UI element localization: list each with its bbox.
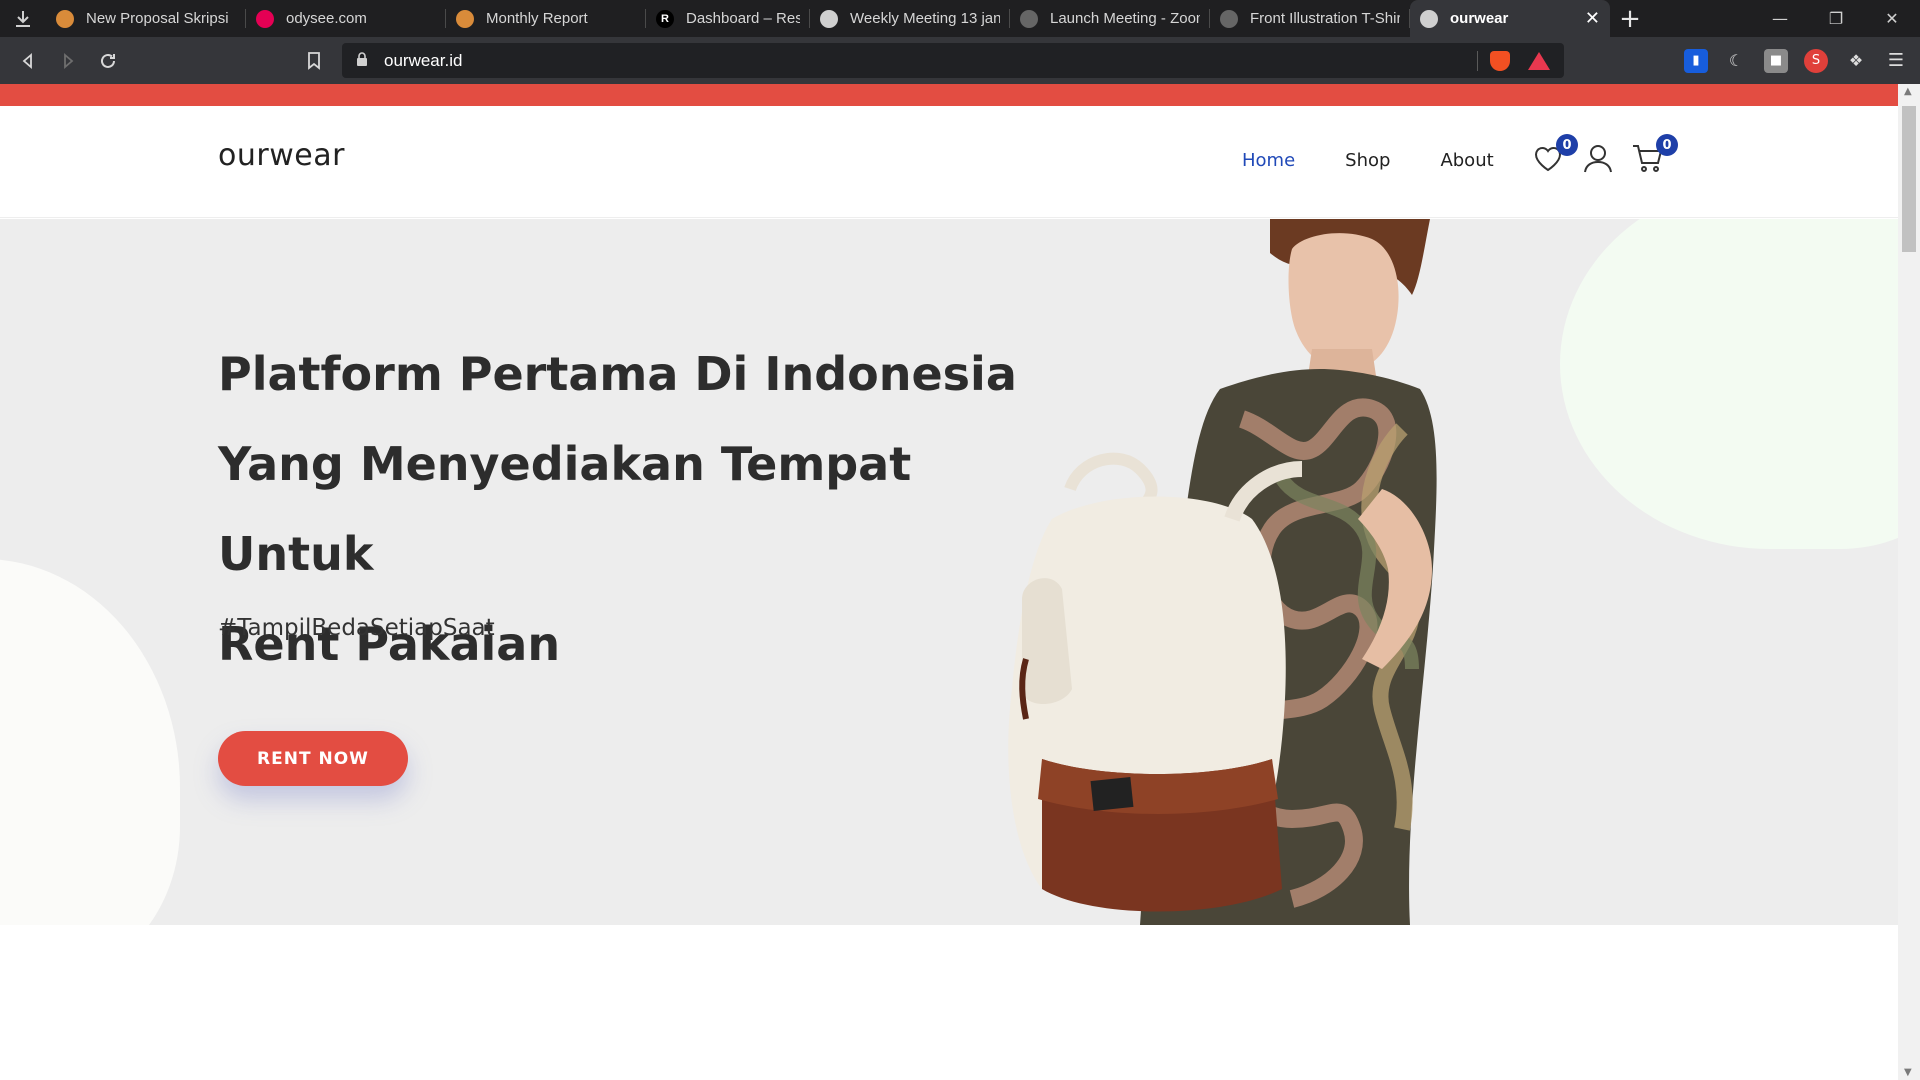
tab-4[interactable]: R Dashboard – Restream <box>646 0 810 37</box>
scroll-up-arrow[interactable]: ▲ <box>1904 86 1912 97</box>
puzzle-icon[interactable]: ❖ <box>1844 49 1868 73</box>
url-text: ourwear.id <box>384 50 463 70</box>
brave-shields-icon[interactable] <box>1490 51 1510 71</box>
wishlist-count-badge: 0 <box>1556 134 1578 156</box>
tab-1[interactable]: New Proposal Skripsi <box>46 0 246 37</box>
extensions-area: ▮ ☾ ■ S ❖ ☰ <box>1676 37 1916 84</box>
next-section <box>0 925 1898 1080</box>
close-window-button[interactable]: ✕ <box>1864 0 1920 37</box>
scroll-down-arrow[interactable]: ▼ <box>1904 1067 1912 1078</box>
web-page: ourwear Home Shop About 0 0 Platform Per… <box>0 84 1898 1080</box>
account-button[interactable] <box>1582 142 1614 176</box>
lock-icon <box>356 51 370 70</box>
window-controls: — ❐ ✕ <box>1752 0 1920 37</box>
new-tab-button[interactable]: + <box>1610 0 1650 37</box>
tab-title: Dashboard – Restream <box>686 10 800 27</box>
cart-button[interactable]: 0 <box>1632 134 1678 176</box>
extension-s-icon[interactable]: S <box>1804 48 1828 73</box>
tab-strip: New Proposal Skripsi odysee.com Monthly Re… <box>46 0 1610 37</box>
address-toolbar: ourwear.id ▮ ☾ ■ S ❖ ☰ <box>0 37 1920 84</box>
tab-6[interactable]: Launch Meeting - Zoom <box>1010 0 1210 37</box>
tab-title: Launch Meeting - Zoom <box>1050 10 1200 27</box>
hero-title-line-3: Rent Pakaian <box>218 617 561 671</box>
brave-rewards-icon[interactable] <box>1528 52 1550 70</box>
extension-moon-icon[interactable]: ☾ <box>1724 49 1748 73</box>
tab-title: ourwear <box>1450 10 1509 27</box>
tab-title: Monthly Report <box>486 10 588 27</box>
cart-count-badge: 0 <box>1656 134 1678 156</box>
main-nav: Home Shop About <box>1242 150 1494 171</box>
bookmark-icon[interactable] <box>298 37 330 84</box>
tab-favicon-icon <box>1020 9 1038 28</box>
address-bar[interactable]: ourwear.id <box>342 43 1564 78</box>
tab-favicon-icon <box>1220 9 1238 28</box>
nav-about[interactable]: About <box>1440 150 1493 171</box>
browser-tab-bar: New Proposal Skripsi odysee.com Monthly Re… <box>0 0 1920 37</box>
user-icon <box>1584 145 1612 173</box>
nav-shop[interactable]: Shop <box>1345 150 1390 171</box>
top-accent-strip <box>0 84 1898 106</box>
scroll-thumb[interactable] <box>1902 106 1916 252</box>
bitwarden-icon[interactable]: ▮ <box>1684 48 1708 73</box>
hero-model-image <box>1008 219 1437 925</box>
header-icons: 0 0 <box>1532 134 1678 176</box>
tab-7[interactable]: Front Illustration T-Shirt <box>1210 0 1410 37</box>
tab-3[interactable]: Monthly Report <box>446 0 646 37</box>
minimize-button[interactable]: — <box>1752 0 1808 37</box>
site-header: ourwear Home Shop About 0 0 <box>0 106 1898 218</box>
tab-title: New Proposal Skripsi <box>86 10 229 27</box>
tab-favicon-icon <box>1420 9 1438 28</box>
decorative-blob-left <box>0 559 180 925</box>
tab-title: odysee.com <box>286 10 367 27</box>
page-scrollbar[interactable]: ▲ ▼ <box>1898 84 1920 1080</box>
menu-icon[interactable]: ☰ <box>1884 49 1908 73</box>
tab-favicon-icon: R <box>656 9 674 28</box>
tab-favicon-icon <box>820 9 838 28</box>
extension-square-icon[interactable]: ■ <box>1764 48 1788 73</box>
wishlist-button[interactable]: 0 <box>1532 134 1578 176</box>
reload-button[interactable] <box>88 37 128 84</box>
hero-hashtag: #TampilBedaSetiapSaat <box>218 615 495 641</box>
tab-8[interactable]: ourwear ✕ <box>1410 0 1610 37</box>
nav-home[interactable]: Home <box>1242 150 1295 171</box>
tab-favicon-icon <box>256 9 274 28</box>
decorative-blob-right <box>1560 219 1898 549</box>
tab-close-icon[interactable]: ✕ <box>1585 8 1600 29</box>
downloads-icon[interactable] <box>0 0 46 37</box>
tab-title: Front Illustration T-Shirt <box>1250 10 1400 27</box>
url-divider <box>1477 51 1478 71</box>
restore-button[interactable]: ❐ <box>1808 0 1864 37</box>
tab-2[interactable]: odysee.com <box>246 0 446 37</box>
back-button[interactable] <box>8 37 48 84</box>
tab-5[interactable]: Weekly Meeting 13 jan <box>810 0 1010 37</box>
tab-title: Weekly Meeting 13 jan <box>850 10 1000 27</box>
tab-favicon-icon <box>456 9 474 28</box>
hero-title-line-2: Yang Menyediakan Tempat Untuk <box>218 437 912 581</box>
site-logo[interactable]: ourwear <box>218 138 345 173</box>
forward-button[interactable] <box>48 37 88 84</box>
rent-now-button[interactable]: RENT NOW <box>218 731 408 786</box>
hero-section: Platform Pertama Di Indonesia Yang Menye… <box>0 219 1898 925</box>
tab-favicon-icon <box>56 9 74 28</box>
hero-title-line-1: Platform Pertama Di Indonesia <box>218 347 1017 401</box>
